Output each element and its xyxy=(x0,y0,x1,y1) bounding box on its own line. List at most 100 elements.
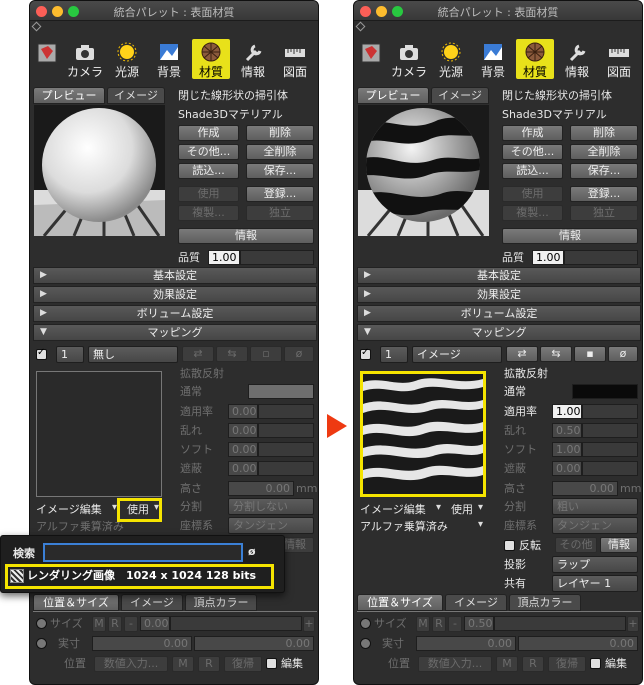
noise-field[interactable]: 0.00 xyxy=(228,423,258,438)
size-r-button[interactable]: R xyxy=(108,616,122,632)
tab-position-size[interactable]: 位置＆サイズ xyxy=(33,594,119,611)
quality-field[interactable]: 1.00 xyxy=(532,250,564,265)
section-mapping[interactable]: ▼ マッピング xyxy=(33,324,317,341)
mapping-copy-button[interactable]: ⇄ xyxy=(182,346,214,362)
actual-field-1[interactable]: 0.00 xyxy=(92,636,192,651)
toolbar-drawing[interactable]: 図面 xyxy=(276,39,314,79)
size-minus-button[interactable]: - xyxy=(124,616,138,632)
size-radio[interactable] xyxy=(360,618,371,629)
search-input[interactable] xyxy=(43,543,243,562)
quality-slider[interactable] xyxy=(240,250,314,265)
mapping-paste-button[interactable]: ⇆ xyxy=(540,346,572,362)
shared-popup[interactable]: レイヤー 1 xyxy=(552,575,638,592)
mapping-info-button[interactable]: 情報 xyxy=(600,537,638,553)
independent-button[interactable]: 独立 xyxy=(570,205,638,221)
toolbar-info[interactable]: 情報 xyxy=(234,39,272,79)
image-edit-popup[interactable]: イメージ編集 xyxy=(360,503,426,517)
soft-slider[interactable] xyxy=(258,442,314,457)
use-button[interactable]: 使用 xyxy=(502,186,563,202)
toolbar-shape-icon[interactable] xyxy=(358,39,384,79)
soft-field[interactable]: 1.00 xyxy=(552,442,582,457)
section-basic[interactable]: ▶ 基本設定 xyxy=(33,267,317,284)
tab-image-bottom[interactable]: イメージ xyxy=(445,594,507,611)
duplicate-button[interactable]: 複製... xyxy=(502,205,563,221)
position-m-button[interactable]: M xyxy=(172,656,194,672)
search-result-item[interactable]: レンダリング画像 1024 x 1024 128 bits xyxy=(10,568,272,585)
actual-field-2[interactable]: 0.00 xyxy=(518,636,638,651)
toolbar-background[interactable]: 背景 xyxy=(474,39,512,79)
mapping-copy-button[interactable]: ⇄ xyxy=(506,346,538,362)
size-r-button[interactable]: R xyxy=(432,616,446,632)
title-bar[interactable]: 統合パレット : 表面材質 xyxy=(354,1,642,21)
size-plus-button[interactable]: + xyxy=(303,616,315,632)
numeric-input-button[interactable]: 数値入力... xyxy=(94,656,168,672)
mapping-clear-button[interactable]: ø xyxy=(284,346,314,362)
occlusion-field[interactable]: 0.00 xyxy=(552,461,582,476)
edit-checkbox[interactable] xyxy=(266,658,277,669)
mapping-index-popup[interactable]: 1 xyxy=(56,346,84,363)
size-slider[interactable] xyxy=(170,616,302,631)
toolbar-camera[interactable]: カメラ xyxy=(66,39,104,79)
section-mapping[interactable]: ▼ マッピング xyxy=(357,324,641,341)
tab-vertex-color[interactable]: 頂点カラー xyxy=(509,594,581,611)
delete-button[interactable]: 削除 xyxy=(570,125,638,141)
palette-menu-icon[interactable] xyxy=(31,21,42,32)
position-r-button[interactable]: R xyxy=(522,656,544,672)
mapping-index-popup[interactable]: 1 xyxy=(380,346,408,363)
load-button[interactable]: 読込... xyxy=(502,163,563,179)
noise-slider[interactable] xyxy=(582,423,638,438)
quality-slider[interactable] xyxy=(564,250,638,265)
other-button[interactable]: その他... xyxy=(502,144,563,160)
occlusion-slider[interactable] xyxy=(582,461,638,476)
toolbar-drawing[interactable]: 図面 xyxy=(600,39,638,79)
section-volume[interactable]: ▶ ボリューム設定 xyxy=(33,305,317,322)
toolbar-shape-icon[interactable] xyxy=(34,39,60,79)
mode-color[interactable] xyxy=(248,384,314,399)
create-button[interactable]: 作成 xyxy=(178,125,239,141)
actual-radio[interactable] xyxy=(360,638,371,649)
mapping-enable-checkbox[interactable] xyxy=(36,347,47,360)
soft-slider[interactable] xyxy=(582,442,638,457)
use-button[interactable]: 使用 xyxy=(178,186,239,202)
occlusion-field[interactable]: 0.00 xyxy=(228,461,258,476)
height-field[interactable]: 0.00 xyxy=(552,481,618,496)
mapping-type-popup[interactable]: 無し xyxy=(88,346,178,363)
register-button[interactable]: 登録... xyxy=(246,186,314,202)
alpha-popup[interactable]: アルファ乗算済み xyxy=(36,520,124,534)
search-clear-icon[interactable]: ø xyxy=(248,545,256,559)
mapping-type-popup[interactable]: イメージ xyxy=(412,346,502,363)
size-field[interactable]: 0.50 xyxy=(464,616,494,631)
palette-menu-icon[interactable] xyxy=(355,21,366,32)
actual-field-2[interactable]: 0.00 xyxy=(194,636,314,651)
size-plus-button[interactable]: + xyxy=(627,616,639,632)
size-m-button[interactable]: M xyxy=(416,616,430,632)
tab-vertex-color[interactable]: 頂点カラー xyxy=(185,594,257,611)
toolbar-background[interactable]: 背景 xyxy=(150,39,188,79)
other-button[interactable]: その他... xyxy=(178,144,239,160)
load-button[interactable]: 読込... xyxy=(178,163,239,179)
mapping-paste-button[interactable]: ⇆ xyxy=(216,346,248,362)
mapping-clear-button[interactable]: ø xyxy=(608,346,638,362)
save-button[interactable]: 保存... xyxy=(246,163,314,179)
height-field[interactable]: 0.00 xyxy=(228,481,294,496)
tab-position-size[interactable]: 位置＆サイズ xyxy=(357,594,443,611)
register-button[interactable]: 登録... xyxy=(570,186,638,202)
toolbar-camera[interactable]: カメラ xyxy=(390,39,428,79)
size-slider[interactable] xyxy=(494,616,626,631)
save-button[interactable]: 保存... xyxy=(570,163,638,179)
mapping-enable-checkbox[interactable] xyxy=(360,347,371,360)
noise-slider[interactable] xyxy=(258,423,314,438)
size-m-button[interactable]: M xyxy=(92,616,106,632)
projection-popup[interactable]: ラップ xyxy=(552,556,638,573)
size-minus-button[interactable]: - xyxy=(448,616,462,632)
occlusion-slider[interactable] xyxy=(258,461,314,476)
alpha-popup[interactable]: アルファ乗算済み xyxy=(360,520,448,534)
create-button[interactable]: 作成 xyxy=(502,125,563,141)
delete-button[interactable]: 削除 xyxy=(246,125,314,141)
coord-popup[interactable]: タンジェン xyxy=(552,517,638,534)
info-button[interactable]: 情報 xyxy=(502,228,638,244)
flip-checkbox[interactable] xyxy=(504,540,515,551)
size-field[interactable]: 0.00 xyxy=(140,616,170,631)
mode-color[interactable] xyxy=(572,384,638,399)
use-popup[interactable]: 使用 xyxy=(451,503,473,517)
